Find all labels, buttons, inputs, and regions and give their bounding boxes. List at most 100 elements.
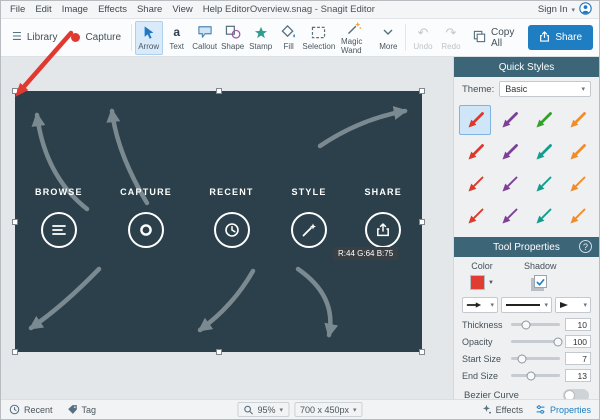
quick-style-arrow[interactable] — [562, 137, 594, 167]
menu-share[interactable]: Share — [132, 3, 167, 16]
tool-stamp[interactable]: Stamp — [247, 21, 275, 55]
copy-icon — [473, 30, 486, 46]
selection-handle[interactable] — [215, 88, 222, 94]
tool-arrow[interactable]: Arrow — [134, 20, 163, 55]
redo-button[interactable]: ↷ Redo — [437, 21, 465, 55]
tool-label: Stamp — [249, 41, 273, 51]
properties-button[interactable]: Properties — [535, 404, 591, 415]
selection-handle[interactable] — [12, 88, 18, 94]
feature-label: STYLE — [291, 187, 327, 197]
quick-style-arrow[interactable] — [493, 169, 525, 199]
start-size-slider[interactable] — [511, 354, 560, 363]
feature-row: BROWSE CAPTURE RECENT STYLE SHARE — [15, 187, 422, 248]
slider-thumb[interactable] — [517, 354, 527, 363]
opacity-value[interactable]: 100 — [565, 335, 591, 348]
share-circle — [365, 212, 402, 248]
tag-button[interactable]: Tag — [67, 404, 96, 415]
callout-icon — [197, 25, 213, 40]
quick-style-arrow[interactable] — [562, 201, 594, 231]
tool-callout[interactable]: Callout — [191, 21, 219, 55]
canvas-size-dropdown[interactable]: 700 x 450px ▾ — [293, 402, 363, 417]
chevron-down-icon: ▾ — [544, 302, 548, 309]
share-label: Share — [555, 32, 583, 43]
menu-effects[interactable]: Effects — [93, 3, 132, 16]
selection-handle[interactable] — [12, 349, 18, 355]
undo-label: Undo — [413, 41, 433, 51]
selection-handle[interactable] — [419, 349, 425, 355]
menu-file[interactable]: File — [5, 3, 30, 16]
quick-style-arrow[interactable] — [528, 201, 560, 231]
quick-style-arrow[interactable] — [493, 137, 525, 167]
tool-properties-title: Tool Properties — [493, 241, 560, 253]
tool-text[interactable]: a Text — [163, 21, 191, 55]
sign-in-button[interactable]: Sign In ▾ — [538, 1, 595, 18]
avatar[interactable] — [579, 1, 592, 18]
quick-style-arrow[interactable] — [493, 201, 525, 231]
zoom-dropdown[interactable]: 95% ▾ — [237, 402, 289, 417]
selection-handle[interactable] — [12, 218, 18, 225]
color-picker[interactable]: ▼ — [470, 275, 494, 290]
tag-icon — [67, 405, 77, 414]
copy-all-button[interactable]: Copy All — [465, 27, 522, 49]
undo-button[interactable]: ↶ Undo — [409, 21, 437, 55]
record-icon — [140, 224, 152, 236]
opacity-slider[interactable] — [511, 337, 563, 346]
selection-icon — [311, 25, 326, 40]
end-size-row: End Size 13 — [454, 367, 599, 384]
recent-button[interactable]: Recent — [9, 404, 53, 415]
quick-style-arrow[interactable] — [528, 169, 560, 199]
end-size-slider[interactable] — [511, 371, 560, 380]
color-swatch[interactable] — [470, 275, 485, 290]
quick-style-arrow[interactable] — [459, 137, 491, 167]
quick-style-arrow[interactable] — [459, 169, 491, 199]
tool-selection[interactable]: Selection — [302, 21, 335, 55]
canvas-image[interactable]: BROWSE CAPTURE RECENT STYLE SHARE R:44 G… — [12, 88, 425, 355]
selection-handle[interactable] — [215, 349, 222, 355]
slider-thumb[interactable] — [526, 371, 536, 380]
capture-button[interactable]: Capture — [64, 19, 128, 56]
chevron-down-icon: ▾ — [581, 86, 585, 93]
thickness-value[interactable]: 10 — [565, 318, 591, 331]
window-title: EditorOverview.snag - Snagit Editor — [225, 4, 375, 15]
color-group: Color ▼ — [470, 261, 494, 290]
quick-style-arrow[interactable] — [459, 105, 492, 135]
quick-style-arrow[interactable] — [562, 169, 594, 199]
theme-select[interactable]: Basic ▾ — [499, 81, 591, 97]
start-size-value[interactable]: 7 — [565, 352, 591, 365]
selection-handle[interactable] — [419, 88, 425, 94]
arrow-end-dropdown[interactable]: ▾ — [555, 297, 591, 313]
clock-icon — [9, 404, 20, 415]
shadow-label: Shadow — [523, 261, 557, 271]
menu-edit[interactable]: Edit — [30, 3, 56, 16]
menu-help[interactable]: Help — [198, 3, 228, 16]
tool-fill[interactable]: Fill — [275, 21, 303, 55]
slider-thumb[interactable] — [521, 320, 531, 329]
slider-thumb[interactable] — [553, 337, 563, 346]
feature-label: BROWSE — [35, 187, 83, 197]
tool-label: Arrow — [138, 41, 160, 51]
line-style-dropdown[interactable]: ▾ — [501, 297, 552, 313]
menu-image[interactable]: Image — [57, 3, 93, 16]
end-size-value[interactable]: 13 — [565, 369, 591, 382]
shape-icon — [225, 25, 241, 40]
chevron-down-icon: ▾ — [571, 6, 575, 14]
tool-shape[interactable]: Shape — [219, 21, 247, 55]
tool-magic-wand[interactable]: Magic Wand — [335, 21, 374, 55]
thickness-slider[interactable] — [511, 320, 560, 329]
quick-style-arrow[interactable] — [493, 105, 525, 135]
arrow-start-dropdown[interactable]: ▾ — [462, 297, 498, 313]
undo-icon: ↶ — [417, 24, 429, 40]
chevron-down-icon — [383, 25, 393, 40]
share-button[interactable]: Share — [528, 25, 594, 50]
quick-style-arrow[interactable] — [459, 201, 491, 231]
effects-button[interactable]: Effects — [481, 404, 523, 415]
quick-style-arrow[interactable] — [562, 105, 594, 135]
help-icon[interactable]: ? — [579, 240, 592, 253]
menu-view[interactable]: View — [167, 3, 197, 16]
quick-style-arrow[interactable] — [528, 105, 560, 135]
selection-handle[interactable] — [419, 218, 425, 225]
library-button[interactable]: ☰ Library — [5, 19, 64, 56]
shadow-checkbox[interactable] — [533, 275, 547, 288]
quick-style-arrow[interactable] — [528, 137, 560, 167]
tool-more[interactable]: More — [374, 21, 402, 55]
